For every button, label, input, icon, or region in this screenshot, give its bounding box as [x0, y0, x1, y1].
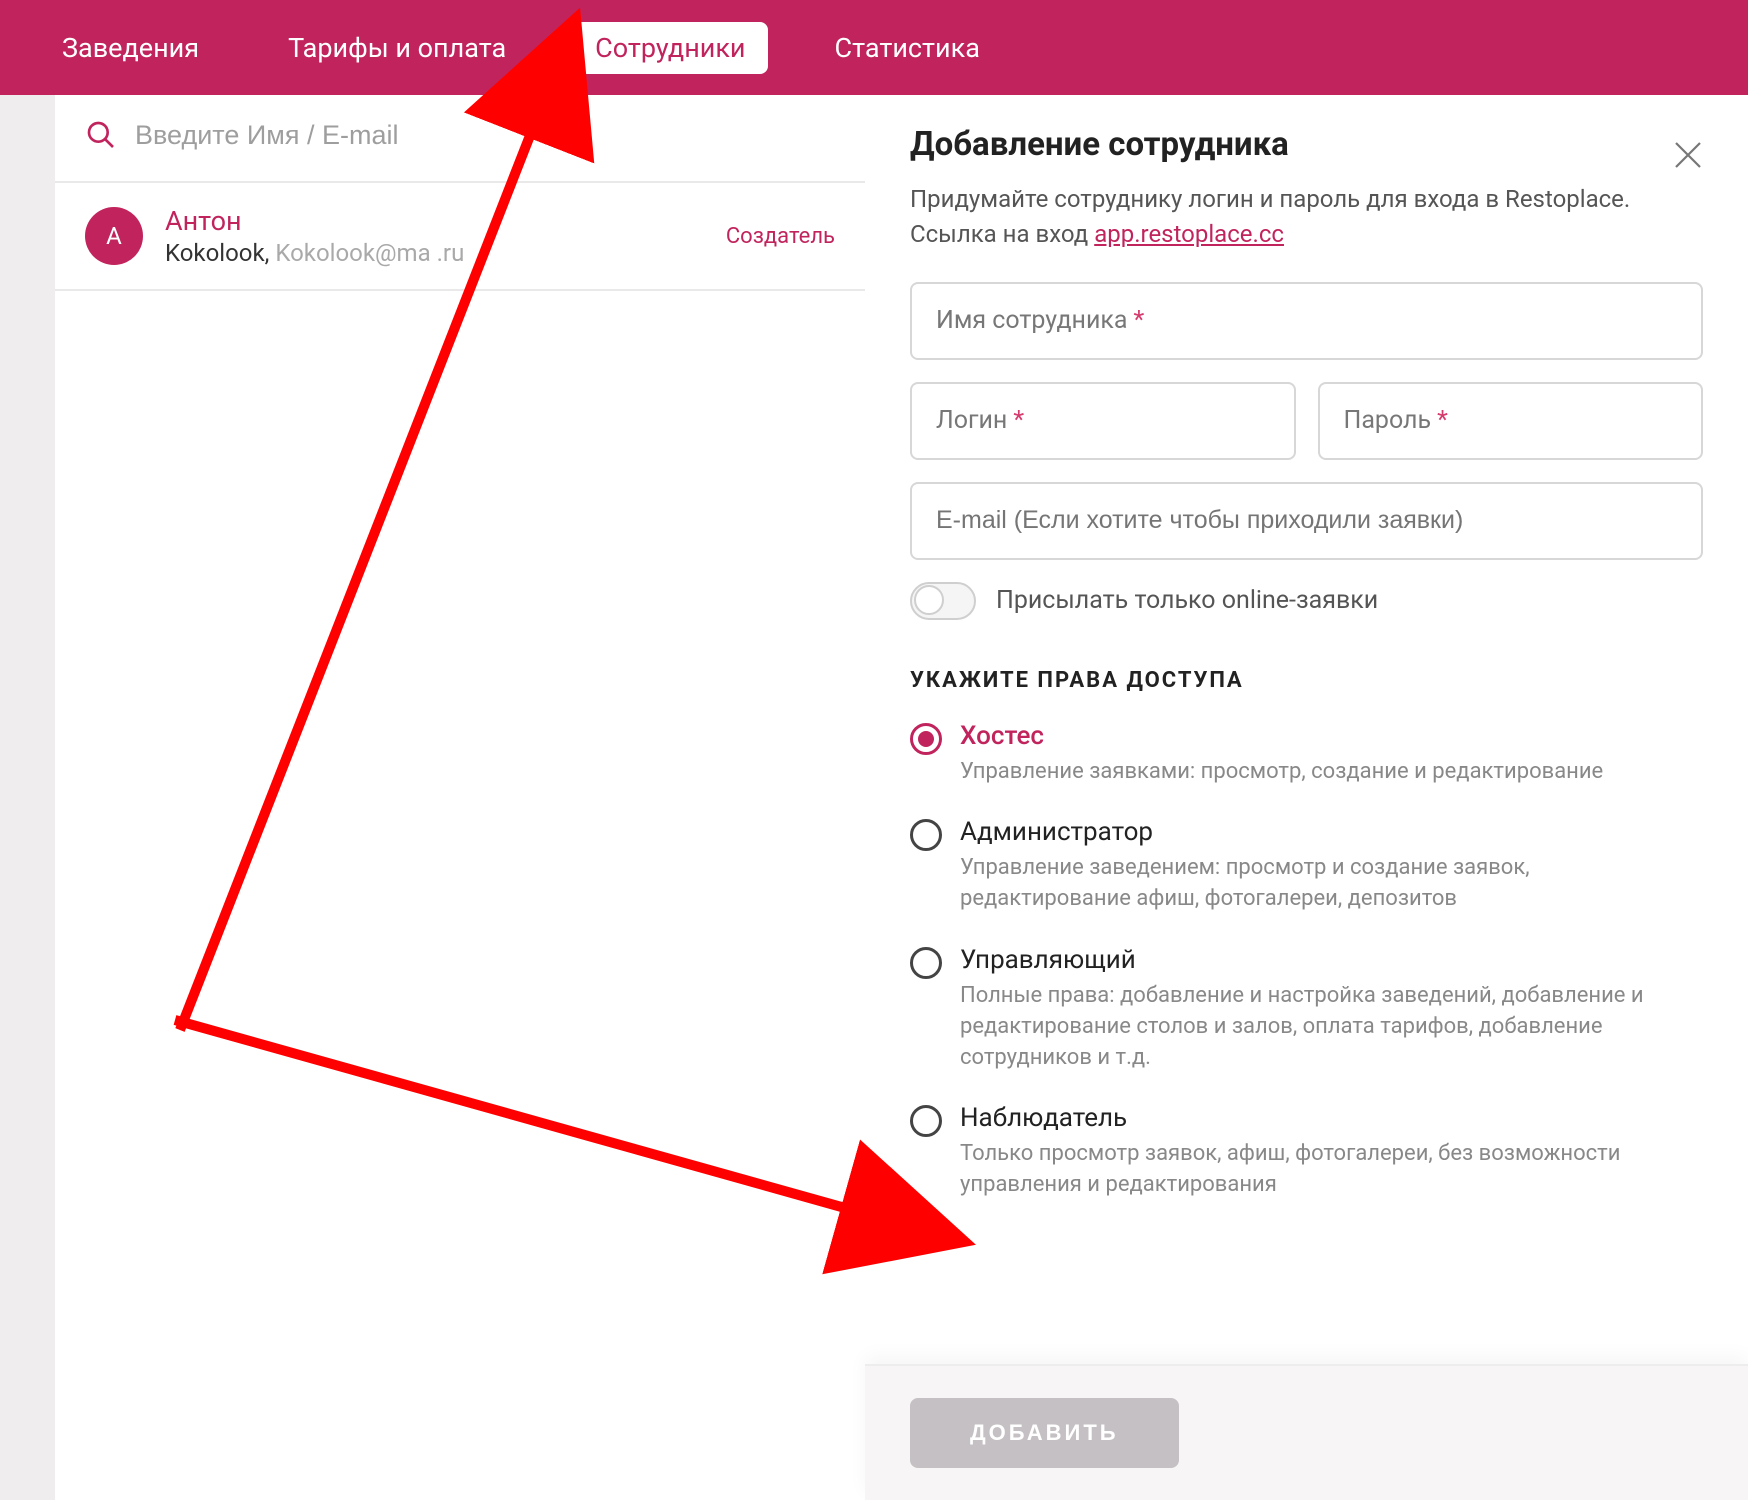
online-only-toggle-row: Присылать только online-заявки [910, 582, 1703, 620]
online-only-label: Присылать только online-заявки [996, 586, 1378, 615]
employee-name-label: Имя сотрудника [936, 306, 1128, 335]
nav-item-statistics[interactable]: Статистика [813, 22, 1002, 74]
close-icon[interactable] [1670, 137, 1706, 173]
radio-icon [910, 819, 942, 851]
radio-icon [910, 947, 942, 979]
role-title: Администратор [960, 817, 1703, 847]
login-label: Логин [936, 406, 1007, 435]
employee-subline: Kokolook, Kokolook@ma .ru [165, 239, 704, 267]
top-nav: Заведения Тарифы и оплата Сотрудники Ста… [0, 0, 1748, 95]
employee-role-badge: Создатель [726, 224, 835, 249]
panel-footer: ДОБАВИТЬ [865, 1364, 1748, 1500]
role-desc: Полные права: добавление и настройка зав… [960, 981, 1703, 1073]
add-button[interactable]: ДОБАВИТЬ [910, 1398, 1179, 1468]
employee-org: Kokolook, [165, 239, 275, 267]
role-desc: Управление заведением: просмотр и создан… [960, 853, 1703, 915]
access-rights-header: УКАЖИТЕ ПРАВА ДОСТУПА [910, 668, 1703, 693]
radio-icon [910, 723, 942, 755]
role-title: Управляющий [960, 945, 1703, 975]
nav-item-places[interactable]: Заведения [40, 22, 221, 74]
required-marker: * [1013, 406, 1024, 435]
password-field[interactable]: Пароль* [1318, 382, 1704, 460]
role-option-manager[interactable]: Управляющий Полные права: добавление и н… [910, 945, 1703, 1073]
nav-item-tariffs[interactable]: Тарифы и оплата [266, 22, 528, 74]
content-area: А Антон Kokolook, Kokolook@ma .ru Создат… [0, 95, 1748, 1500]
role-title: Наблюдатель [960, 1103, 1703, 1133]
avatar: А [85, 207, 143, 265]
employee-name-field[interactable]: Имя сотрудника* [910, 282, 1703, 360]
role-title: Хостес [960, 721, 1703, 751]
role-option-hostess[interactable]: Хостес Управление заявками: просмотр, со… [910, 721, 1703, 788]
form-body: Добавление сотрудника Придумайте сотрудн… [865, 95, 1748, 1364]
employee-info: Антон Kokolook, Kokolook@ma .ru [165, 205, 704, 267]
search-input[interactable] [135, 120, 835, 151]
required-marker: * [1437, 406, 1448, 435]
email-input[interactable] [936, 506, 1677, 535]
login-field[interactable]: Логин* [910, 382, 1296, 460]
login-link[interactable]: app.restoplace.cc [1094, 220, 1284, 248]
role-option-observer[interactable]: Наблюдатель Только просмотр заявок, афиш… [910, 1103, 1703, 1201]
role-option-admin[interactable]: Администратор Управление заведением: про… [910, 817, 1703, 915]
employee-name: Антон [165, 205, 704, 237]
employee-row[interactable]: А Антон Kokolook, Kokolook@ma .ru Создат… [55, 183, 865, 291]
radio-icon [910, 1105, 942, 1137]
password-label: Пароль [1344, 406, 1432, 435]
search-icon [85, 119, 117, 151]
toggle-knob [914, 585, 944, 615]
nav-item-employees[interactable]: Сотрудники [573, 22, 767, 74]
email-field[interactable] [910, 482, 1703, 560]
panel-title: Добавление сотрудника [910, 125, 1703, 164]
search-row [55, 95, 865, 183]
required-marker: * [1134, 306, 1145, 335]
add-employee-panel: Добавление сотрудника Придумайте сотрудн… [865, 95, 1748, 1500]
online-only-toggle[interactable] [910, 582, 976, 620]
role-desc: Управление заявками: просмотр, создание … [960, 757, 1703, 788]
panel-description: Придумайте сотруднику логин и пароль для… [910, 182, 1703, 252]
employees-list-panel: А Антон Kokolook, Kokolook@ma .ru Создат… [55, 95, 865, 1500]
employee-email: Kokolook@ma .ru [275, 239, 464, 267]
role-desc: Только просмотр заявок, афиш, фотогалере… [960, 1139, 1703, 1201]
